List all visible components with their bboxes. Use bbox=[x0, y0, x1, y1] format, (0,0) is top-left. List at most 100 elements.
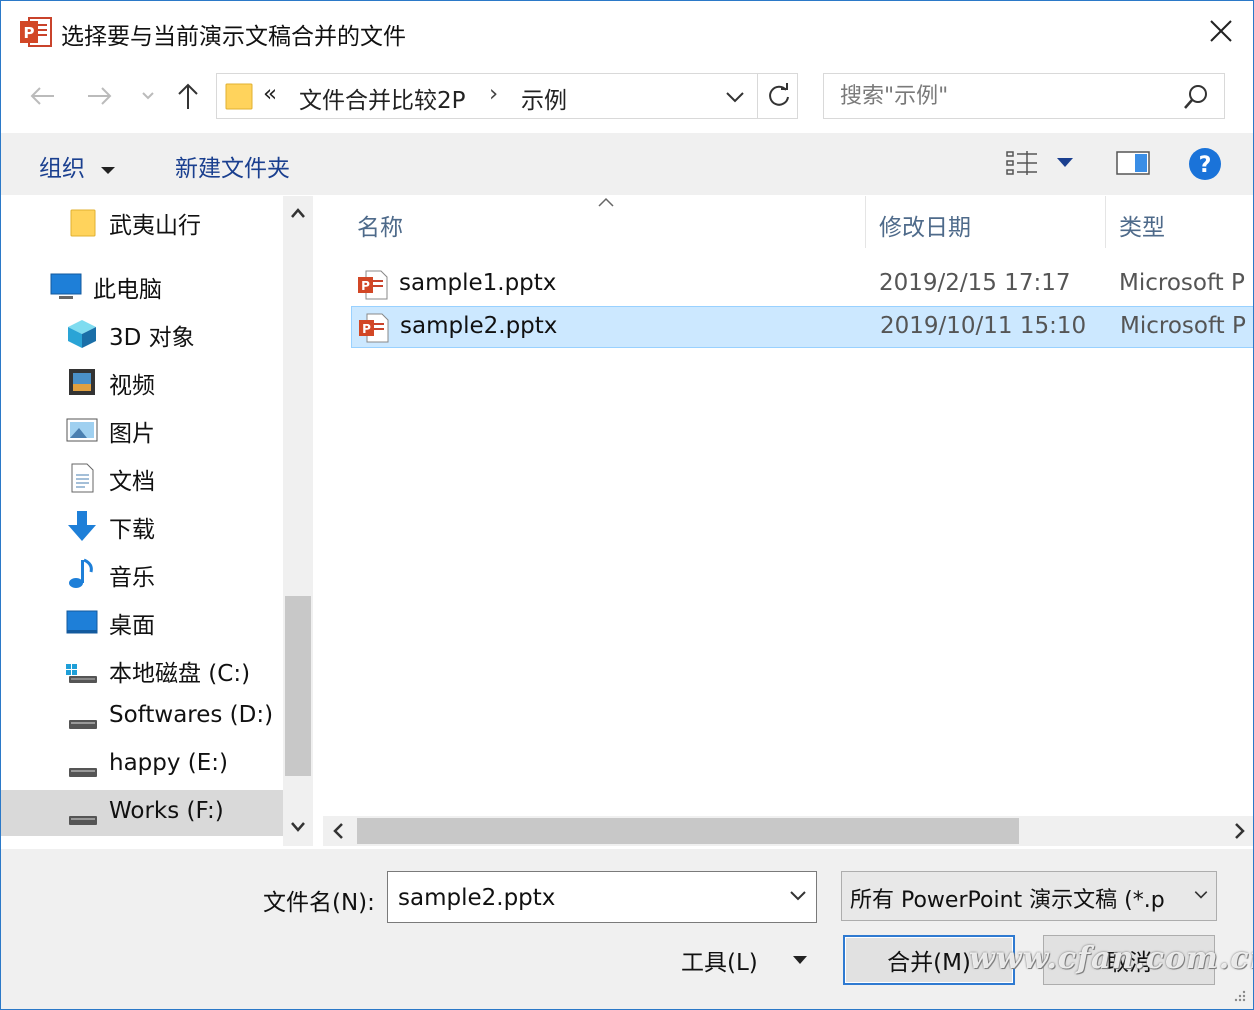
column-header-name[interactable]: 名称 bbox=[357, 208, 403, 242]
drive-icon bbox=[69, 768, 97, 777]
close-icon[interactable] bbox=[1203, 13, 1239, 49]
refresh-icon[interactable] bbox=[764, 81, 794, 111]
svg-text:P: P bbox=[361, 279, 370, 293]
caret-down-icon bbox=[101, 166, 116, 174]
filename-label: 文件名(N): bbox=[263, 890, 375, 916]
nav-item-this-pc[interactable]: 此电脑 bbox=[1, 262, 283, 308]
nav-item-drive-c[interactable]: 本地磁盘 (C:) bbox=[1, 646, 283, 692]
chevron-down-icon[interactable] bbox=[1188, 884, 1210, 906]
documents-icon bbox=[71, 463, 94, 493]
nav-item-label: 本地磁盘 (C:) bbox=[109, 661, 251, 687]
file-list-horizontal-scrollbar[interactable] bbox=[323, 816, 1253, 846]
breadcrumb-item[interactable]: 示例 bbox=[521, 81, 567, 115]
forward-button[interactable] bbox=[83, 79, 117, 113]
scroll-left-icon[interactable] bbox=[331, 821, 345, 841]
nav-item-documents[interactable]: 文档 bbox=[1, 454, 283, 500]
scrollbar-thumb[interactable] bbox=[357, 818, 1019, 844]
search-box[interactable] bbox=[823, 73, 1225, 119]
column-divider[interactable] bbox=[1105, 196, 1106, 248]
file-type: Microsoft P bbox=[1119, 270, 1245, 296]
nav-item-label: happy (E:) bbox=[109, 750, 229, 776]
file-list[interactable]: 名称 修改日期 类型 P sample1.pptx 2019/2/15 17:1… bbox=[315, 196, 1253, 816]
column-header-type[interactable]: 类型 bbox=[1119, 208, 1165, 242]
filetype-select[interactable]: 所有 PowerPoint 演示文稿 (*.p bbox=[841, 871, 1217, 921]
breadcrumb-overflow[interactable]: « bbox=[263, 81, 277, 107]
file-row-selected[interactable]: P sample2.pptx 2019/10/11 15:10 Microsof… bbox=[351, 306, 1253, 348]
navigation-scrollbar[interactable] bbox=[283, 196, 313, 846]
drive-icon bbox=[69, 816, 97, 825]
nav-item-label: 音乐 bbox=[109, 565, 155, 591]
filename-combobox[interactable] bbox=[387, 871, 817, 923]
arrow-right-icon bbox=[88, 87, 112, 105]
tools-menu[interactable]: 工具(L) bbox=[681, 943, 758, 977]
pictures-icon bbox=[66, 418, 98, 442]
folder-icon bbox=[225, 83, 253, 110]
sort-ascending-icon bbox=[598, 197, 614, 207]
view-details-icon[interactable] bbox=[1005, 149, 1039, 177]
new-folder-button[interactable]: 新建文件夹 bbox=[175, 149, 290, 183]
nav-item-drive-d[interactable]: Softwares (D:) bbox=[1, 694, 283, 740]
computer-icon bbox=[50, 273, 82, 299]
caret-down-icon[interactable] bbox=[791, 953, 809, 967]
nav-item-videos[interactable]: 视频 bbox=[1, 358, 283, 404]
nav-item-label: 武夷山行 bbox=[109, 213, 201, 239]
navigation-bar: « 文件合并比较2P › 示例 bbox=[1, 63, 1253, 131]
file-open-dialog: P 选择要与当前演示文稿合并的文件 « 文件合并比较2P › 示例 搜索"示例"… bbox=[0, 0, 1254, 1010]
resize-grip-icon[interactable] bbox=[1233, 989, 1247, 1003]
breadcrumb-item[interactable]: 文件合并比较2P bbox=[299, 81, 466, 115]
back-button[interactable] bbox=[25, 79, 59, 113]
scrollbar-thumb[interactable] bbox=[285, 596, 311, 776]
video-icon bbox=[69, 369, 95, 395]
search-icon[interactable] bbox=[1182, 83, 1210, 111]
file-modified: 2019/2/15 17:17 bbox=[879, 270, 1071, 296]
file-name: sample1.pptx bbox=[399, 270, 557, 296]
desktop-icon bbox=[66, 610, 98, 634]
dialog-footer: 文件名(N): 所有 PowerPoint 演示文稿 (*.p 工具(L) 合并… bbox=[1, 849, 1253, 1009]
column-divider[interactable] bbox=[865, 196, 866, 248]
nav-item-3d-objects[interactable]: 3D 对象 bbox=[1, 310, 283, 356]
file-type: Microsoft P bbox=[1120, 313, 1246, 339]
scroll-down-icon[interactable] bbox=[289, 820, 307, 834]
address-bar[interactable]: « 文件合并比较2P › 示例 bbox=[216, 73, 798, 119]
nav-item-drive-f[interactable]: Works (F:) bbox=[1, 790, 283, 836]
nav-item-label: 此电脑 bbox=[93, 277, 162, 303]
nav-item-drive-e[interactable]: happy (E:) bbox=[1, 742, 283, 788]
breadcrumb-separator[interactable]: › bbox=[489, 81, 498, 107]
chevron-down-icon[interactable] bbox=[788, 886, 808, 906]
nav-item-downloads[interactable]: 下载 bbox=[1, 502, 283, 548]
nav-item-pictures[interactable]: 图片 bbox=[1, 406, 283, 452]
address-dropdown-icon[interactable] bbox=[722, 85, 748, 109]
pptx-file-icon: P bbox=[358, 270, 388, 300]
help-icon[interactable]: ? bbox=[1187, 146, 1223, 182]
file-row[interactable]: P sample1.pptx 2019/2/15 17:17 Microsoft… bbox=[351, 264, 1253, 306]
filename-input[interactable] bbox=[396, 882, 776, 914]
nav-item-folder[interactable]: 武夷山行 bbox=[1, 198, 283, 244]
nav-item-music[interactable]: 音乐 bbox=[1, 550, 283, 596]
recent-locations-button[interactable] bbox=[131, 79, 165, 113]
title-bar: P 选择要与当前演示文稿合并的文件 bbox=[1, 1, 1253, 63]
powerpoint-icon: P bbox=[20, 17, 52, 47]
organize-menu[interactable]: 组织 bbox=[39, 149, 116, 183]
arrow-up-icon bbox=[178, 83, 198, 109]
search-input[interactable] bbox=[838, 80, 1168, 112]
nav-item-desktop[interactable]: 桌面 bbox=[1, 598, 283, 644]
nav-item-label: 桌面 bbox=[109, 613, 155, 639]
view-options-dropdown-icon[interactable] bbox=[1056, 155, 1074, 169]
navigation-pane[interactable]: 武夷山行 此电脑 3D 对象 视频 图片 文档 下载 音乐 桌面 本地磁盘 (C… bbox=[1, 196, 283, 846]
scroll-up-icon[interactable] bbox=[289, 206, 307, 220]
nav-item-label: Softwares (D:) bbox=[109, 702, 274, 728]
preview-pane-icon[interactable] bbox=[1115, 149, 1151, 177]
filetype-value: 所有 PowerPoint 演示文稿 (*.p bbox=[850, 888, 1165, 913]
file-modified: 2019/10/11 15:10 bbox=[880, 313, 1087, 339]
column-header-modified[interactable]: 修改日期 bbox=[879, 208, 971, 242]
system-drive-icon bbox=[66, 664, 97, 683]
watermark-logo: www.cfan.com.cn bbox=[969, 941, 1254, 976]
up-button[interactable] bbox=[171, 79, 205, 113]
window-title: 选择要与当前演示文稿合并的文件 bbox=[61, 24, 406, 50]
download-icon bbox=[68, 511, 96, 541]
svg-text:P: P bbox=[362, 322, 371, 336]
scroll-right-icon[interactable] bbox=[1233, 821, 1247, 841]
nav-item-label: 视频 bbox=[109, 373, 155, 399]
3d-objects-icon bbox=[68, 320, 96, 348]
chevron-down-icon bbox=[142, 92, 154, 100]
